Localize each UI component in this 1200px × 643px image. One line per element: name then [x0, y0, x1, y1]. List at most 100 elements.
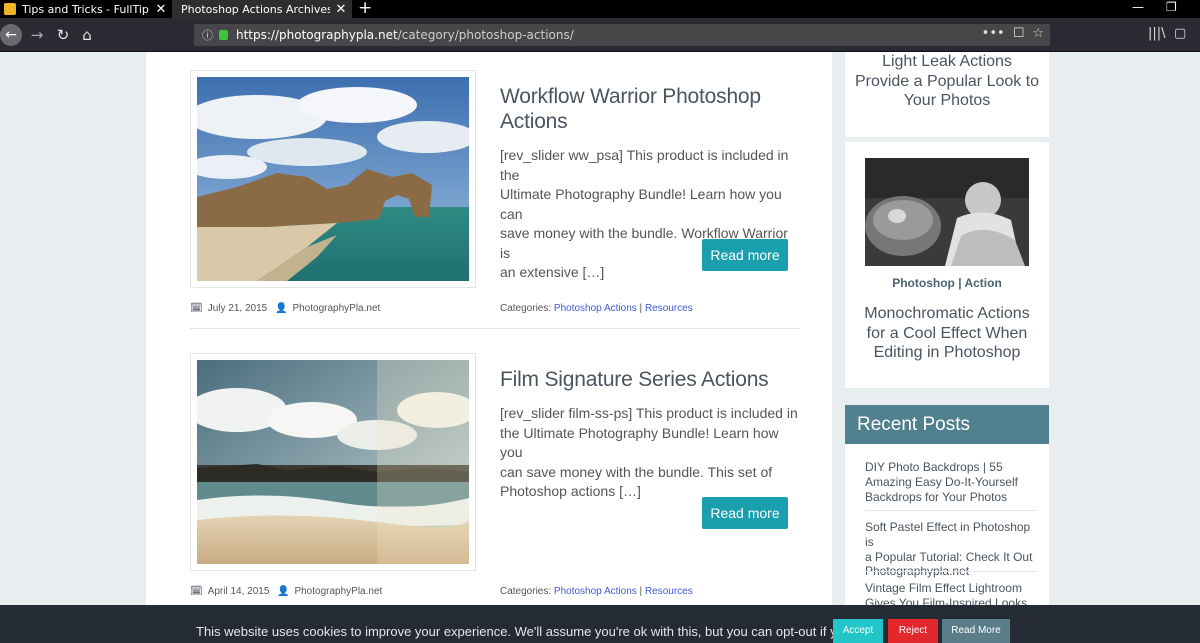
category-link[interactable]: Photoshop Actions — [554, 586, 637, 597]
recent-posts-list: DIY Photo Backdrops | 55 Amazing Easy Do… — [845, 444, 1049, 614]
post-thumbnail[interactable] — [190, 353, 476, 571]
sidebar-toggle-icon[interactable]: ▢ — [1174, 26, 1186, 41]
post-excerpt: [rev_slider film-ss-ps] This product is … — [500, 404, 800, 502]
cookie-banner: This website uses cookies to improve you… — [0, 605, 1200, 643]
sidebar-post-title[interactable]: Light Leak Actions Provide a Popular Loo… — [845, 52, 1049, 111]
post-thumbnail[interactable] — [190, 70, 476, 288]
tab-photoshop-actions[interactable]: Photoshop Actions Archives - Photo ✕ — [172, 0, 352, 18]
library-icon[interactable]: |||\ — [1148, 26, 1166, 41]
calendar-icon: 🗓 — [190, 586, 203, 597]
back-button[interactable]: ← — [0, 24, 22, 46]
excerpt-line: Ultimate Photography Bundle! Learn how y… — [500, 186, 782, 222]
category-link[interactable]: Resources — [645, 586, 693, 597]
durdle-door-image — [197, 77, 469, 281]
post-title[interactable]: Workflow Warrior Photoshop Actions — [500, 84, 761, 134]
tab-bar: Tips and Tricks - FullTip ✕ Photoshop Ac… — [0, 0, 1200, 18]
close-tab-icon[interactable]: ✕ — [150, 2, 172, 17]
read-more-button[interactable]: Read more — [702, 497, 788, 529]
cookie-message: This website uses cookies to improve you… — [196, 624, 885, 639]
beach-image — [197, 360, 469, 564]
sidebar-post-title[interactable]: Monochromatic Actions for a Cool Effect … — [845, 304, 1049, 363]
post-date: 🗓 July 21, 2015 — [190, 303, 267, 314]
post-title-line: Film Signature Series Actions — [500, 368, 769, 391]
reload-button[interactable]: ↻ — [50, 22, 76, 48]
recent-posts-heading: Recent Posts — [845, 405, 1049, 444]
separator: | — [958, 276, 962, 290]
categories-label: Categories: — [500, 303, 552, 314]
cookie-read-more-button[interactable]: Read More — [942, 619, 1010, 643]
url-actions: ••• ☐ ☆ — [982, 26, 1044, 41]
user-edit-icon: 👤 — [277, 586, 290, 597]
sidebar-card: Light Leak Actions Provide a Popular Loo… — [845, 52, 1049, 137]
navigation-bar: ← → ↻ ⌂ ⓘ https://photographypla.net/cat… — [0, 18, 1200, 52]
title-line: Monochromatic Actions — [864, 305, 1030, 322]
list-divider — [865, 510, 1037, 511]
sidebar-card: Photoshop | Action Monochromatic Actions… — [845, 142, 1049, 388]
recent-post-link[interactable]: DIY Photo Backdrops | 55 Amazing Easy Do… — [865, 460, 1037, 504]
cookie-reject-button[interactable]: Reject — [888, 619, 938, 643]
cookie-accept-button[interactable]: Accept — [833, 619, 883, 643]
link-line: DIY Photo Backdrops | 55 — [865, 460, 1003, 474]
bookmark-star-icon[interactable]: ☆ — [1032, 26, 1044, 41]
author-text[interactable]: PhotographyPla.net — [294, 586, 382, 597]
separator: | — [639, 586, 643, 597]
title-line: for a Cool Effect When — [866, 324, 1028, 342]
title-line: Editing in Photoshop — [873, 344, 1021, 361]
forward-button[interactable]: → — [24, 22, 50, 48]
author-text[interactable]: PhotographyPla.net — [292, 303, 380, 314]
excerpt-line: the Ultimate Photography Bundle! Learn h… — [500, 424, 779, 461]
pocket-icon[interactable]: ☐ — [1013, 26, 1025, 41]
new-tab-button[interactable]: + — [358, 0, 372, 18]
post-title[interactable]: Film Signature Series Actions — [500, 367, 769, 392]
url-path: /category/photoshop-actions/ — [397, 28, 574, 42]
child-photo-image — [865, 158, 1029, 266]
lightbulb-icon — [4, 3, 16, 15]
url-domain: https://photographypla.net — [236, 28, 398, 42]
excerpt-line: [rev_slider film-ss-ps] This product is … — [500, 405, 798, 421]
date-text: July 21, 2015 — [207, 303, 268, 314]
category-link[interactable]: Photoshop — [892, 276, 955, 290]
title-line: Provide a Popular Look to — [854, 72, 1040, 90]
category-link[interactable]: Action — [964, 276, 1001, 290]
list-divider — [865, 571, 1037, 572]
sidebar-categories: Photoshop | Action — [845, 276, 1049, 290]
post-categories: Categories: Photoshop Actions | Resource… — [500, 303, 693, 314]
separator: | — [639, 303, 643, 314]
category-link[interactable]: Resources — [645, 303, 693, 314]
address-bar[interactable]: ⓘ https://photographypla.net/category/ph… — [194, 24, 1050, 46]
link-line: a Popular Tutorial: Check It Out — [865, 549, 1033, 564]
post-author: 👤 PhotographyPla.net — [275, 303, 380, 314]
post-categories: Categories: Photoshop Actions | Resource… — [500, 586, 693, 597]
home-button[interactable]: ⌂ — [74, 22, 100, 48]
post-title-line: Workflow Warrior Photoshop — [500, 85, 761, 108]
minimize-icon[interactable]: — — [1132, 0, 1144, 14]
page-actions-icon[interactable]: ••• — [982, 26, 1005, 41]
category-link[interactable]: Photoshop Actions — [554, 303, 637, 314]
categories-label: Categories: — [500, 586, 552, 597]
tab-title: Tips and Tricks - FullTip — [22, 2, 149, 16]
link-line: Vintage Film Effect Lightroom — [865, 581, 1022, 595]
calendar-icon: 🗓 — [190, 303, 203, 314]
sidebar-thumbnail[interactable] — [865, 158, 1029, 266]
restore-icon[interactable]: ❐ — [1166, 0, 1177, 14]
tab-fulltip[interactable]: Tips and Tricks - FullTip ✕ — [0, 0, 172, 18]
post-divider — [190, 328, 800, 329]
post-author: 👤 PhotographyPla.net — [277, 586, 382, 597]
excerpt-line: can save money with the bundle. This set… — [500, 463, 773, 480]
close-tab-icon[interactable]: ✕ — [330, 2, 352, 17]
info-icon[interactable]: ⓘ — [202, 27, 213, 43]
post-date: 🗓 April 14, 2015 — [190, 586, 269, 597]
tab-title: Photoshop Actions Archives - Photo — [181, 2, 330, 16]
title-line: Light Leak Actions — [882, 53, 1012, 70]
excerpt-line: [rev_slider ww_psa] This product is incl… — [500, 147, 789, 183]
post-title-line: Actions — [500, 110, 568, 133]
lock-icon[interactable] — [219, 30, 228, 40]
content-column: Workflow Warrior Photoshop Actions [rev_… — [146, 52, 832, 643]
date-text: April 14, 2015 — [207, 586, 270, 597]
link-line: Soft Pastel Effect in Photoshop is — [865, 520, 1031, 549]
read-more-button[interactable]: Read more — [702, 239, 788, 271]
url-text: https://photographypla.net/category/phot… — [236, 28, 574, 42]
title-line: Your Photos — [903, 92, 991, 109]
link-line: Backdrops for Your Photos — [865, 489, 1008, 504]
user-edit-icon: 👤 — [275, 303, 288, 314]
